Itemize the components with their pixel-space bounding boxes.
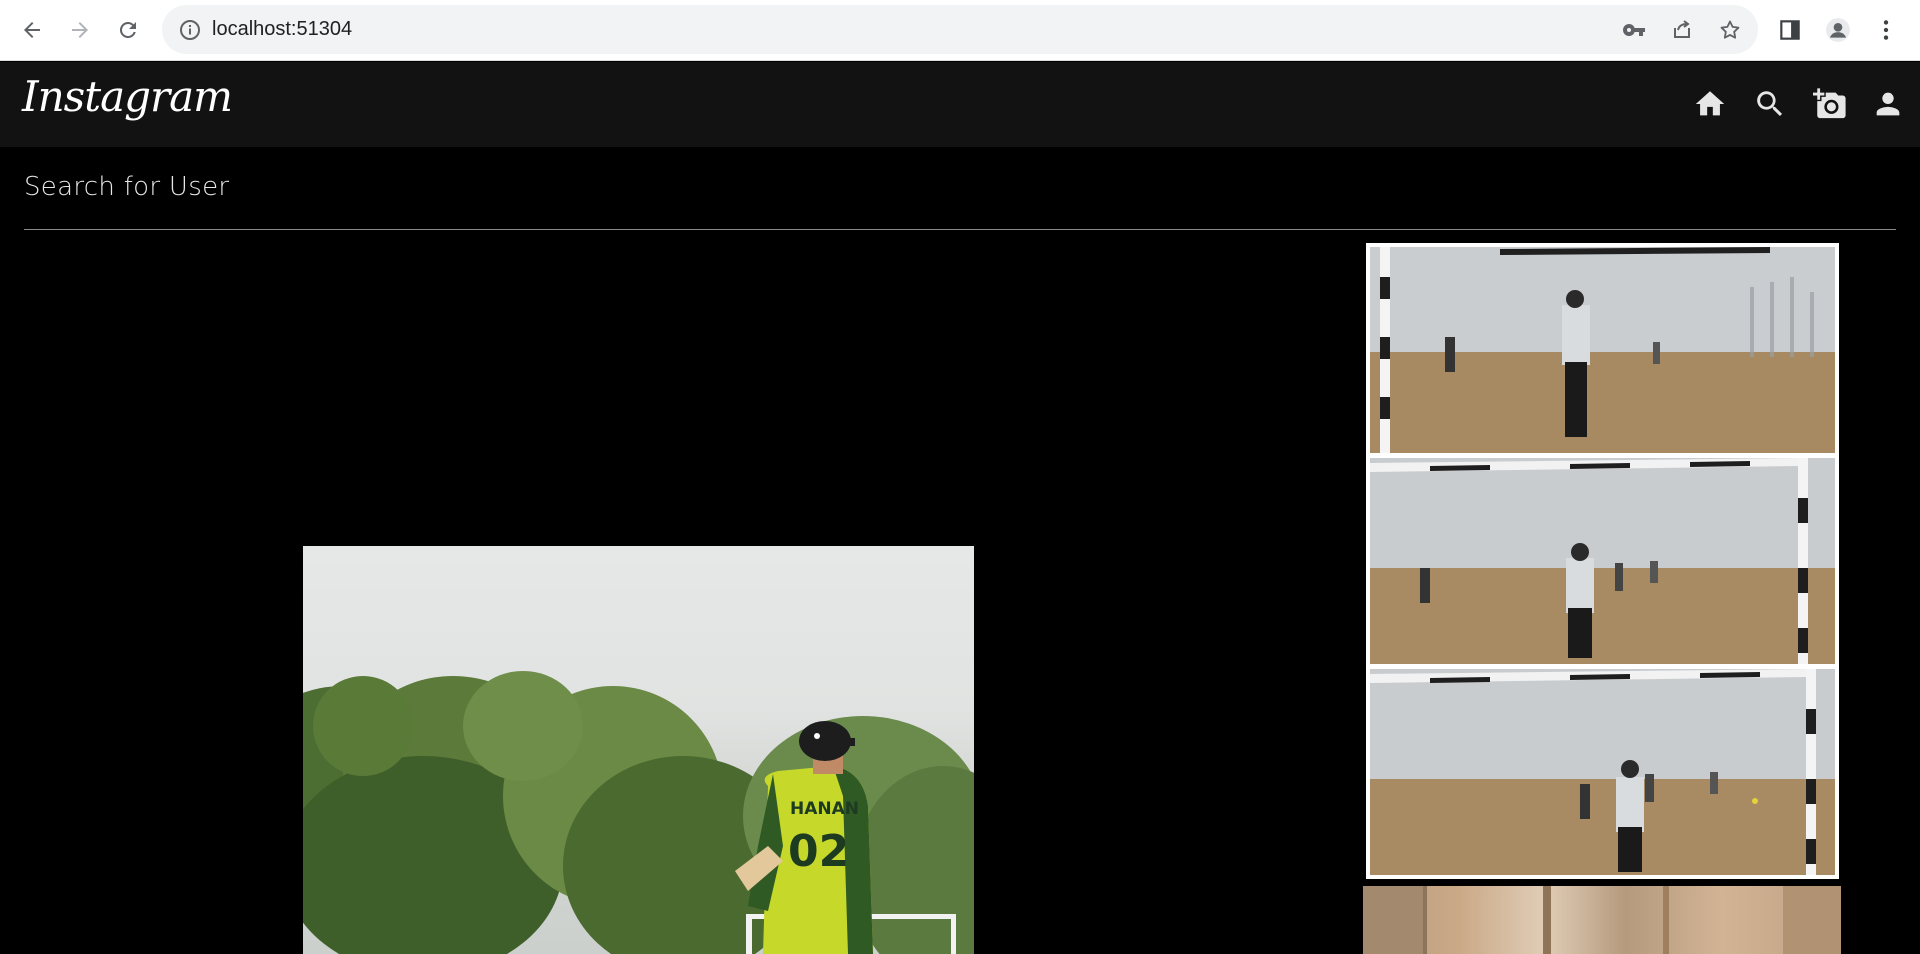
- nav-home-button[interactable]: [1690, 84, 1730, 124]
- jersey-number: 02: [788, 826, 849, 877]
- add-photo-icon: [1813, 88, 1846, 119]
- main-post-image[interactable]: HANAN 02: [303, 546, 974, 954]
- profile-button[interactable]: [1818, 10, 1858, 50]
- football-field-photo-3: [1370, 669, 1835, 875]
- side-post-3[interactable]: [1370, 669, 1835, 875]
- side-panel-button[interactable]: [1770, 10, 1810, 50]
- forward-arrow-icon: [72, 22, 88, 38]
- browser-toolbar: localhost:51304: [0, 0, 1920, 61]
- reload-icon: [119, 21, 136, 38]
- app-header: Instagram: [0, 62, 1920, 147]
- search-user-field[interactable]: Search for User: [24, 172, 229, 202]
- back-button[interactable]: [12, 10, 52, 50]
- password-key-button[interactable]: [1621, 17, 1647, 43]
- back-arrow-icon: [24, 22, 40, 38]
- bookmark-button[interactable]: [1717, 17, 1743, 43]
- home-icon: [1695, 91, 1725, 116]
- info-icon[interactable]: [178, 18, 202, 42]
- cricket-player-photo: HANAN 02: [303, 671, 974, 954]
- profile-icon: [1826, 18, 1850, 42]
- browser-menu-button[interactable]: [1866, 10, 1906, 50]
- account-icon: [1876, 92, 1900, 116]
- search-icon: [1757, 91, 1783, 117]
- share-button[interactable]: [1669, 17, 1695, 43]
- search-underline: [24, 229, 1896, 230]
- forward-button[interactable]: [60, 10, 100, 50]
- football-field-photo-1: [1370, 247, 1835, 453]
- side-post-1[interactable]: [1370, 247, 1835, 453]
- nav-search-button[interactable]: [1750, 84, 1790, 124]
- key-icon: [1622, 24, 1645, 36]
- nav-account-button[interactable]: [1868, 84, 1908, 124]
- star-icon: [1720, 20, 1740, 39]
- side-posts-column: [1366, 243, 1839, 879]
- address-bar[interactable]: localhost:51304: [162, 5, 1758, 54]
- jersey-name: HANAN: [790, 799, 859, 819]
- instagram-logo[interactable]: Instagram: [22, 72, 233, 121]
- side-panel-icon: [1780, 20, 1800, 40]
- reload-button[interactable]: [108, 10, 148, 50]
- share-icon: [1674, 20, 1690, 38]
- url-text[interactable]: localhost:51304: [212, 5, 352, 54]
- side-post-4[interactable]: [1363, 886, 1841, 954]
- nav-add-photo-button[interactable]: [1810, 84, 1850, 124]
- football-field-photo-2: [1370, 458, 1835, 664]
- kebab-menu-icon: [1883, 20, 1889, 40]
- side-post-2[interactable]: [1370, 458, 1835, 664]
- room-interior-photo: [1363, 886, 1841, 954]
